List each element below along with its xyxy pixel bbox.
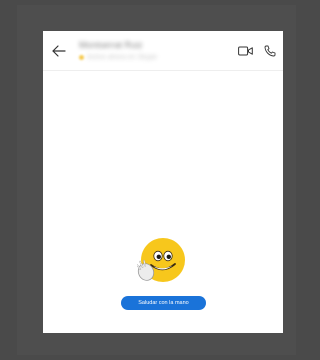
wave-button[interactable]: Saludar con la mano <box>121 296 206 310</box>
contact-status: Activo ahora en Skype <box>87 54 158 61</box>
waving-smiley-emoji <box>136 238 185 282</box>
video-camera-icon <box>237 46 253 56</box>
contact-name: Montserrat Ruiz <box>79 40 143 50</box>
back-button[interactable] <box>51 43 67 59</box>
wave-emoji <box>136 238 189 286</box>
contact-info[interactable]: Montserrat Ruiz Activo ahora en Skype <box>79 40 199 64</box>
contact-status-row: Activo ahora en Skype <box>79 53 199 62</box>
chat-header: Montserrat Ruiz Activo ahora en Skype <box>43 31 283 71</box>
video-call-button[interactable] <box>236 43 254 59</box>
chat-screen: Montserrat Ruiz Activo ahora en Skype Sa… <box>43 31 283 333</box>
arrow-left-icon <box>52 45 66 57</box>
audio-call-button[interactable] <box>262 43 278 59</box>
presence-dot <box>79 55 84 60</box>
phone-icon <box>264 45 276 57</box>
